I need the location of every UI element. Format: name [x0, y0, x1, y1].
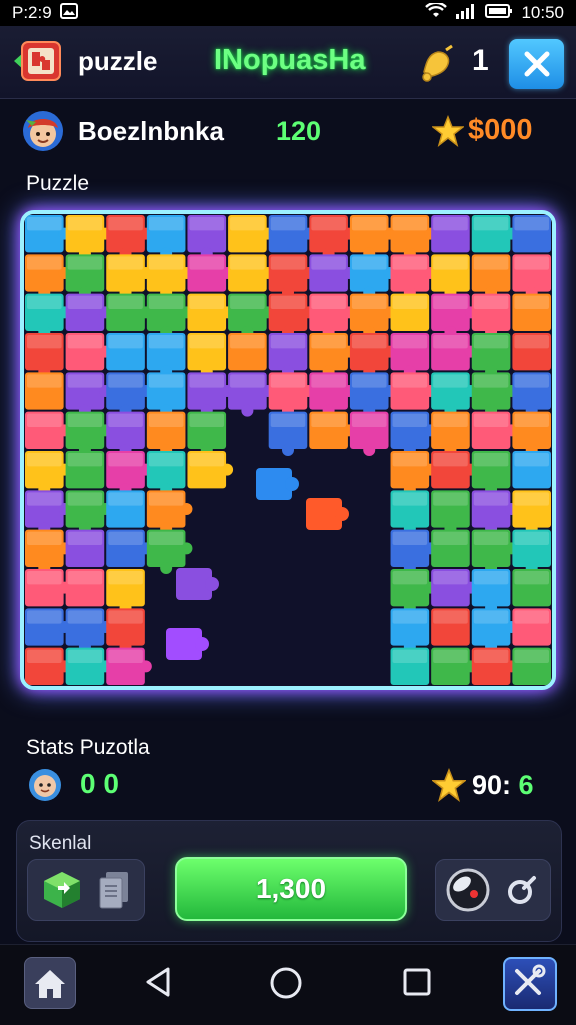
- stats-time: 90: 6: [472, 770, 534, 801]
- avatar[interactable]: [22, 110, 64, 152]
- action-panel: Skenlal 1,300: [16, 820, 562, 942]
- puzzle-piece[interactable]: [106, 333, 145, 371]
- puzzle-piece[interactable]: [512, 215, 551, 253]
- system-nav-bar: [0, 944, 576, 1025]
- close-button[interactable]: [509, 39, 564, 89]
- battery-icon: [485, 3, 513, 24]
- notification-count: 1: [472, 44, 489, 77]
- star-icon: [430, 767, 468, 802]
- puzzle-piece[interactable]: [431, 529, 470, 567]
- back-triangle-icon: [146, 967, 170, 997]
- puzzle-grid[interactable]: [24, 214, 552, 686]
- tools-icon: [515, 964, 546, 995]
- stats-value: 0 0: [80, 768, 119, 799]
- stats-row: 0 0 90: 6: [0, 766, 576, 806]
- stats-avatar: [28, 768, 62, 802]
- wifi-icon: [425, 1, 448, 24]
- puzzle-piece[interactable]: [512, 647, 551, 685]
- circle-icon: [270, 967, 302, 999]
- puzzle-piece[interactable]: [65, 569, 105, 607]
- puzzle-piece[interactable]: [65, 529, 105, 567]
- star-icon: [430, 114, 466, 147]
- puzzle-piece[interactable]: [512, 333, 551, 371]
- puzzle-piece[interactable]: [431, 608, 470, 646]
- primary-action-label: 1,300: [255, 873, 327, 904]
- home-circle-button[interactable]: [268, 965, 304, 1006]
- puzzle-board[interactable]: [20, 210, 556, 690]
- home-icon: [35, 970, 65, 998]
- stats-time-main: 90:: [472, 770, 512, 800]
- tool-tray-left: [27, 859, 145, 921]
- close-icon: [524, 51, 549, 77]
- puzzle-piece[interactable]: [390, 293, 430, 331]
- hint-orb-icon[interactable]: [444, 866, 492, 919]
- puzzle-piece[interactable]: [512, 608, 551, 646]
- stats-label: Stats Puzotla: [26, 736, 150, 759]
- puzzle-piece[interactable]: [512, 451, 551, 489]
- tools-button[interactable]: [503, 957, 557, 1011]
- primary-action-button[interactable]: 1,300: [175, 857, 407, 921]
- coin-balance: $000: [468, 114, 533, 146]
- player-name: Boezlnbnka: [78, 116, 224, 146]
- settings-tool-icon[interactable]: [506, 874, 538, 911]
- puzzle-app-icon[interactable]: [12, 38, 64, 84]
- puzzle-piece[interactable]: [390, 647, 430, 685]
- status-bar: P:2:9 10:50: [0, 0, 576, 26]
- cube-icon[interactable]: [40, 868, 84, 917]
- puzzle-piece[interactable]: [65, 451, 105, 489]
- panel-label: Skenlal: [29, 833, 92, 854]
- game-name: INopuasHa: [214, 44, 366, 76]
- square-icon: [403, 968, 431, 996]
- player-score: 120: [276, 116, 322, 146]
- top-header: puzzle INopuasHa 1: [0, 26, 576, 99]
- puzzle-piece[interactable]: [512, 569, 551, 607]
- puzzle-piece[interactable]: [228, 333, 267, 371]
- puzzle-piece[interactable]: [25, 372, 64, 410]
- back-button[interactable]: [142, 965, 176, 1004]
- puzzle-piece[interactable]: [106, 490, 145, 528]
- puzzle-piece[interactable]: [512, 293, 551, 331]
- bell-icon[interactable]: [416, 44, 456, 84]
- status-time: 10:50: [521, 3, 564, 22]
- copy-icon[interactable]: [96, 870, 132, 915]
- photo-icon: [59, 2, 78, 24]
- player-row: Boezlnbnka 120 $000: [0, 100, 576, 164]
- recents-button[interactable]: [400, 965, 434, 1004]
- board-label: Puzzle: [26, 172, 90, 195]
- status-carrier: P:2:9: [12, 3, 52, 22]
- app-title: puzzle: [78, 46, 158, 76]
- stats-time-accent: 6: [518, 770, 534, 800]
- home-button[interactable]: [24, 957, 76, 1009]
- tool-tray-right: [435, 859, 551, 921]
- puzzle-piece[interactable]: [431, 215, 470, 253]
- signal-icon: [455, 3, 477, 24]
